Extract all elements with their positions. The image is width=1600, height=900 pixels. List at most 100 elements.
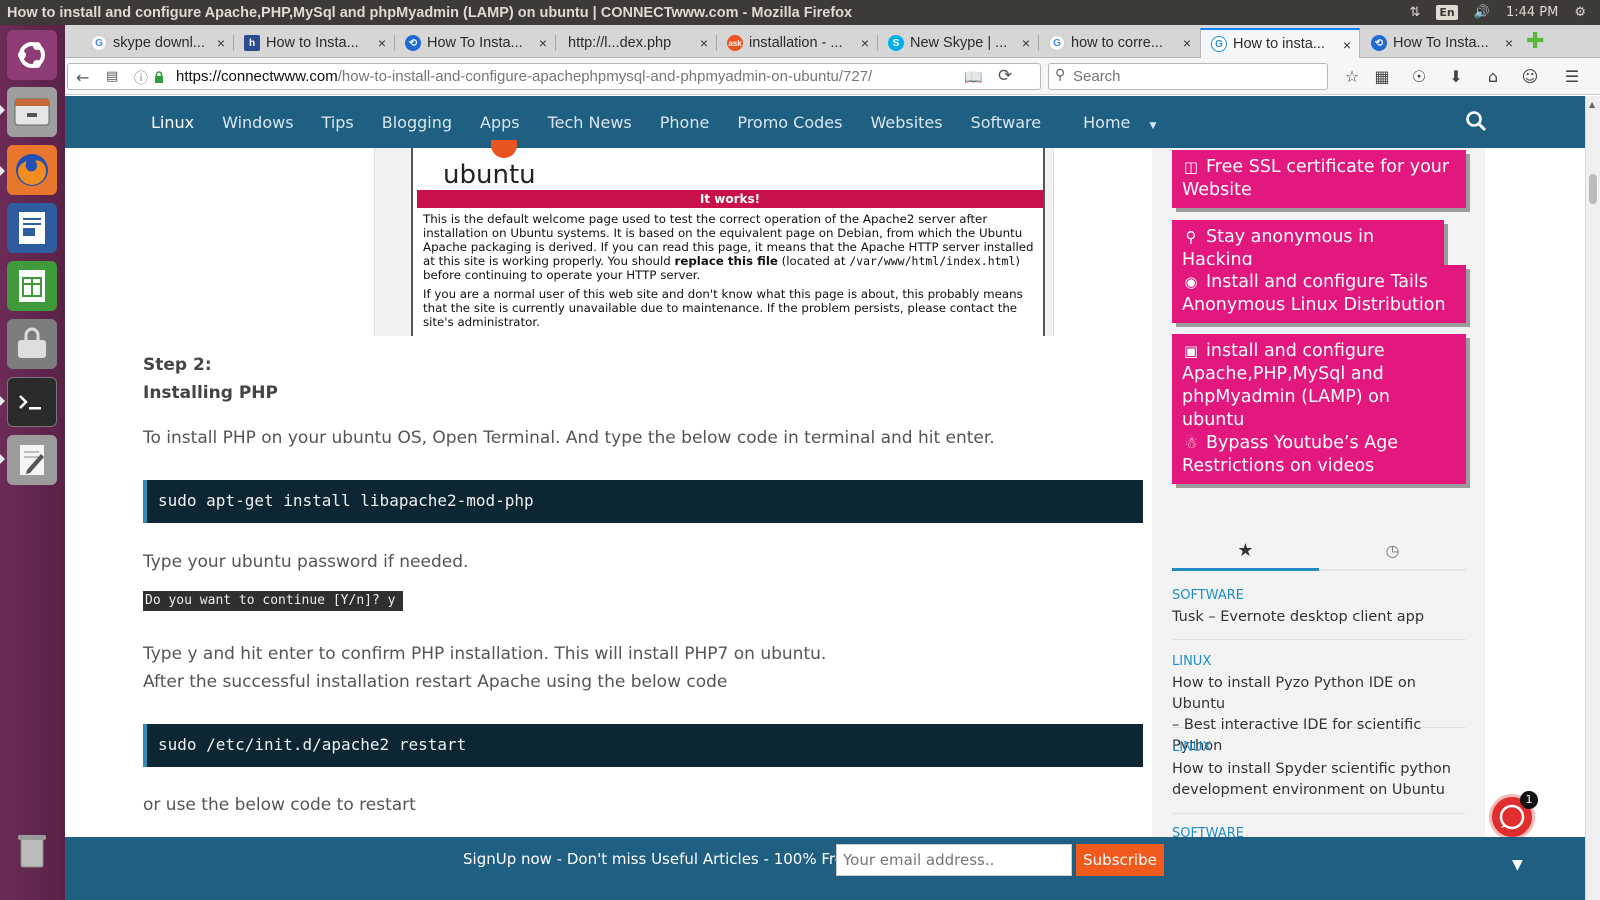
connectwww-icon: G (1211, 36, 1227, 52)
url-text[interactable]: https://connectwww.com/how-to-install-an… (176, 68, 872, 85)
volume-icon[interactable]: 🔊 (1474, 5, 1490, 20)
menu-tech-news[interactable]: Tech News (534, 113, 646, 132)
writer-icon[interactable] (7, 203, 57, 253)
menu-websites[interactable]: Websites (856, 113, 956, 132)
search-box[interactable]: ⚲ (1048, 63, 1328, 90)
sidebar-post[interactable]: LINUX How to install Pyzo Python IDE on … (1172, 654, 1466, 754)
indicators: ⇅ En 🔊 1:44 PM ⚙ (1410, 5, 1600, 20)
menu-apps[interactable]: Apps (466, 113, 534, 132)
close-icon[interactable]: × (217, 35, 225, 51)
popular-tab-star-icon[interactable]: ★ (1172, 533, 1319, 571)
link-text: Stay anonymous in Hacking (1182, 227, 1375, 270)
close-icon[interactable]: × (1183, 35, 1191, 51)
lock-icon[interactable] (154, 69, 164, 83)
menu-home-label: Home (1083, 112, 1131, 132)
menu-promo-codes[interactable]: Promo Codes (723, 113, 856, 132)
tab-8-active[interactable]: G How to insta... × (1200, 28, 1360, 58)
collapse-toggle-icon[interactable]: ▼ (1512, 857, 1523, 873)
text-editor-icon[interactable] (7, 435, 57, 485)
bookmark-star-icon[interactable]: ☆ (1342, 67, 1362, 87)
link-text: install and configure (1206, 341, 1385, 361)
keyboard-indicator[interactable]: En (1436, 5, 1458, 20)
ubuntu-dash-icon[interactable] (7, 30, 57, 80)
apache-text: at this site is working properly. You sh… (423, 254, 675, 268)
page-scrollbar[interactable]: ▲ (1585, 96, 1600, 900)
url-bar[interactable]: ← ▤ ⓘ https://connectwww.com/how-to-inst… (67, 63, 1041, 90)
tab-2[interactable]: h How to Insta... × (234, 28, 394, 58)
subscribe-button[interactable]: Subscribe (1076, 844, 1164, 876)
home-icon[interactable]: ⌂ (1483, 67, 1503, 87)
scroll-up-arrow-icon[interactable]: ▲ (1589, 100, 1595, 109)
menu-windows[interactable]: Windows (208, 113, 307, 132)
clock[interactable]: 1:44 PM (1506, 5, 1558, 20)
sidebar-post[interactable]: SOFTWARE Tusk – Evernote desktop client … (1172, 588, 1466, 640)
close-icon[interactable]: × (1505, 35, 1513, 51)
sidebar-link-lamp[interactable]: ▣ install and configure Apache,PHP,MySql a… (1172, 334, 1466, 438)
network-arrows-icon[interactable]: ⇅ (1410, 5, 1421, 20)
digitalocean-icon: ⟲ (405, 35, 421, 51)
code-block-restart[interactable]: sudo /etc/init.d/apache2 restart (143, 724, 1143, 767)
pocket-icon[interactable]: ☉ (1409, 67, 1429, 87)
reload-icon[interactable]: ⟳ (998, 66, 1012, 86)
library-icon[interactable]: ▦ (1372, 67, 1392, 87)
post-category[interactable]: LINUX (1172, 654, 1466, 669)
gear-icon[interactable]: ⚙ (1574, 5, 1586, 20)
close-icon[interactable]: × (1022, 35, 1030, 51)
message-icon[interactable]: ▤ (106, 69, 118, 84)
calc-icon[interactable] (7, 261, 57, 311)
chat-bubble-icon[interactable]: ☺ (1520, 67, 1540, 87)
post-title[interactable]: How to install Spyder scientific python d… (1172, 759, 1466, 801)
code-block-install[interactable]: sudo apt-get install libapache2-mod-php (143, 480, 1143, 523)
post-title[interactable]: Tusk – Evernote desktop client app (1172, 607, 1466, 628)
site-menu: Linux Windows Tips Blogging Apps Tech Ne… (137, 96, 1170, 148)
files-icon[interactable] (7, 87, 57, 137)
site-search-icon[interactable] (1465, 110, 1489, 134)
email-input[interactable] (843, 846, 1067, 874)
close-icon[interactable]: × (539, 35, 547, 51)
menu-software[interactable]: Software (957, 113, 1056, 132)
menu-phone[interactable]: Phone (646, 113, 724, 132)
chat-widget-button[interactable]: 1 (1489, 791, 1538, 840)
tab-1[interactable]: G skype downl... × (81, 28, 233, 58)
close-icon[interactable]: × (700, 35, 708, 51)
tab-5[interactable]: ask installation - ... × (717, 28, 877, 58)
trash-icon[interactable] (7, 825, 57, 875)
scroll-thumb[interactable] (1589, 174, 1597, 204)
email-field[interactable] (836, 844, 1072, 876)
step-label: Step 2: (143, 355, 212, 375)
menu-linux[interactable]: Linux (137, 113, 208, 132)
tab-label: skype downl... (113, 35, 205, 51)
tab-7[interactable]: G how to corre... × (1039, 28, 1199, 58)
close-icon[interactable]: × (378, 35, 386, 51)
download-icon[interactable]: ⬇ (1446, 67, 1466, 87)
menu-tips[interactable]: Tips (308, 113, 368, 132)
tab-4[interactable]: http://l...dex.php × (556, 28, 716, 58)
close-icon[interactable]: × (1343, 37, 1351, 53)
software-center-icon[interactable] (7, 319, 57, 369)
menu-home[interactable]: Home ▼ (1055, 113, 1170, 132)
search-input[interactable] (1073, 68, 1313, 85)
recent-tab-clock-icon[interactable]: ◷ (1319, 533, 1466, 571)
sidebar-link-youtube[interactable]: ☃ Bypass Youtube’s Age Restrictions on vid… (1172, 426, 1466, 484)
post-category[interactable]: LINUX (1172, 740, 1466, 755)
askubuntu-icon: ask (727, 35, 743, 51)
google-icon: G (91, 35, 107, 51)
eye-screen-icon: ▣ (1183, 342, 1199, 360)
tab-6[interactable]: S New Skype | ... × (878, 28, 1038, 58)
or-text: or use the below code to restart (143, 795, 416, 815)
tab-3[interactable]: ⟲ How To Insta... × (395, 28, 555, 58)
new-tab-plus-icon[interactable]: ✚ (1526, 29, 1544, 54)
close-icon[interactable]: × (861, 35, 869, 51)
reader-view-icon[interactable]: 📖 (964, 68, 983, 86)
hamburger-menu-icon[interactable]: ☰ (1562, 67, 1582, 87)
menu-blogging[interactable]: Blogging (368, 113, 466, 132)
sidebar-post[interactable]: LINUX How to install Spyder scientific p… (1172, 740, 1466, 814)
firefox-icon[interactable] (7, 145, 57, 195)
terminal-icon[interactable] (7, 377, 57, 427)
sidebar-link-tails[interactable]: ◉ Install and configure Tails Anonymous Li… (1172, 265, 1466, 323)
post-category[interactable]: SOFTWARE (1172, 588, 1466, 603)
tab-9[interactable]: ⟲ How To Insta... × (1361, 28, 1521, 58)
back-arrow-icon[interactable]: ← (76, 68, 89, 87)
sidebar-link-free-ssl[interactable]: ◫ Free SSL certificate for your Website (1172, 150, 1466, 208)
info-icon[interactable]: ⓘ (134, 68, 148, 88)
